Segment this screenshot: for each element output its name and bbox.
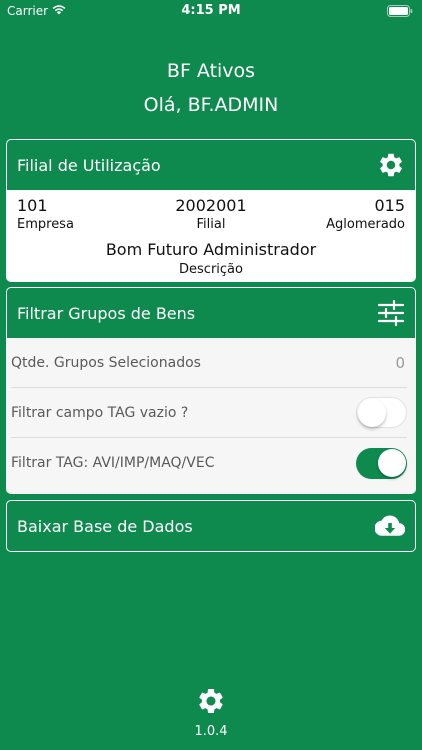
app-title: BF Ativos bbox=[166, 60, 256, 82]
battery-icon bbox=[387, 5, 413, 17]
sliders-icon[interactable] bbox=[377, 299, 405, 327]
status-time: 4:15 PM bbox=[181, 3, 241, 18]
status-bar: Carrier 4:15 PM bbox=[0, 0, 422, 22]
baixar-card-title: Baixar Base de Dados bbox=[17, 516, 193, 536]
baixar-base-button[interactable]: Baixar Base de Dados bbox=[6, 500, 416, 552]
grupos-card-title: Filtrar Grupos de Bens bbox=[17, 303, 196, 323]
gear-icon[interactable] bbox=[377, 151, 405, 179]
filial-card-header: Filial de Utilização bbox=[7, 140, 415, 190]
grupos-card-body: Qtde. Grupos Selecionados 0 Filtrar camp… bbox=[7, 338, 415, 493]
grupos-card-header: Filtrar Grupos de Bens bbox=[7, 288, 415, 338]
tag-vazio-row: Filtrar campo TAG vazio ? bbox=[11, 388, 407, 438]
filial-card: Filial de Utilização 101 Empresa 2002001… bbox=[6, 139, 416, 282]
tag-filter-toggle[interactable] bbox=[356, 447, 407, 479]
grupos-selecionados-count: 0 bbox=[395, 353, 405, 372]
descricao-label: Descrição bbox=[179, 262, 243, 277]
cloud-download-icon[interactable] bbox=[375, 514, 405, 538]
filial-value: 2002001 bbox=[175, 196, 247, 215]
tag-filter-label: Filtrar TAG: AVI/IMP/MAQ/VEC bbox=[11, 455, 215, 471]
settings-gear-icon[interactable] bbox=[196, 686, 226, 716]
app-version: 1.0.4 bbox=[194, 724, 228, 739]
tag-vazio-label: Filtrar campo TAG vazio ? bbox=[11, 404, 189, 421]
grupos-card: Filtrar Grupos de Bens Qtde. Grupos Sele… bbox=[6, 287, 416, 494]
toggle-knob bbox=[377, 449, 406, 477]
grupos-selecionados-label: Qtde. Grupos Selecionados bbox=[11, 354, 201, 371]
tag-vazio-toggle[interactable] bbox=[356, 397, 407, 428]
filial-card-body: 101 Empresa 2002001 Filial 015 Aglomerad… bbox=[7, 190, 415, 281]
filial-card-title: Filial de Utilização bbox=[17, 155, 161, 175]
tag-filter-row: Filtrar TAG: AVI/IMP/MAQ/VEC bbox=[11, 438, 407, 488]
aglomerado-value: 015 bbox=[374, 196, 405, 215]
user-greeting: Olá, BF.ADMIN bbox=[143, 94, 279, 116]
baixar-card-header: Baixar Base de Dados bbox=[7, 501, 415, 551]
aglomerado-label: Aglomerado bbox=[326, 217, 405, 232]
toggle-knob bbox=[358, 398, 386, 427]
grupos-selecionados-row[interactable]: Qtde. Grupos Selecionados 0 bbox=[11, 338, 407, 388]
descricao-value: Bom Futuro Administrador bbox=[105, 240, 317, 259]
